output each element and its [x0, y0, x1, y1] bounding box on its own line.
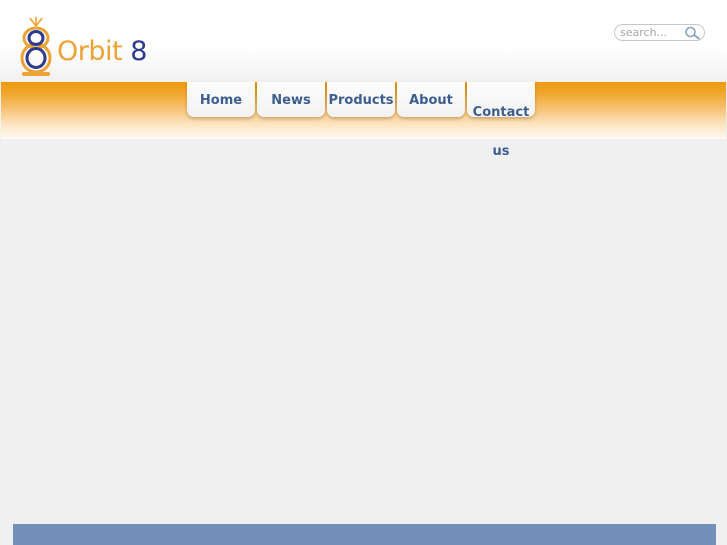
footer-bar: [13, 524, 716, 545]
nav-tab-about[interactable]: About: [397, 82, 465, 117]
nav-tab-products[interactable]: Products: [327, 82, 395, 117]
logo-wordmark: Orbit 8: [57, 36, 147, 68]
nav-label: Products: [328, 93, 394, 108]
nav-label: News: [271, 93, 311, 108]
search-icon[interactable]: [684, 26, 701, 40]
nav-tab-home[interactable]: Home: [187, 82, 255, 117]
search-box: [614, 24, 705, 41]
search-input[interactable]: [620, 25, 682, 40]
orbit8-logo-icon: [20, 17, 52, 76]
nav-tab-news[interactable]: News: [257, 82, 325, 117]
logo-word-8: 8: [130, 36, 147, 67]
nav-label: Contact us: [472, 105, 530, 159]
nav-label: Home: [199, 93, 243, 108]
nav-label: About: [409, 93, 453, 108]
site-logo[interactable]: Orbit 8: [18, 16, 148, 78]
site-header: Orbit 8: [0, 0, 727, 82]
logo-word-orbit: Orbit: [57, 36, 123, 67]
nav-tab-contact[interactable]: Contact us: [467, 82, 535, 159]
